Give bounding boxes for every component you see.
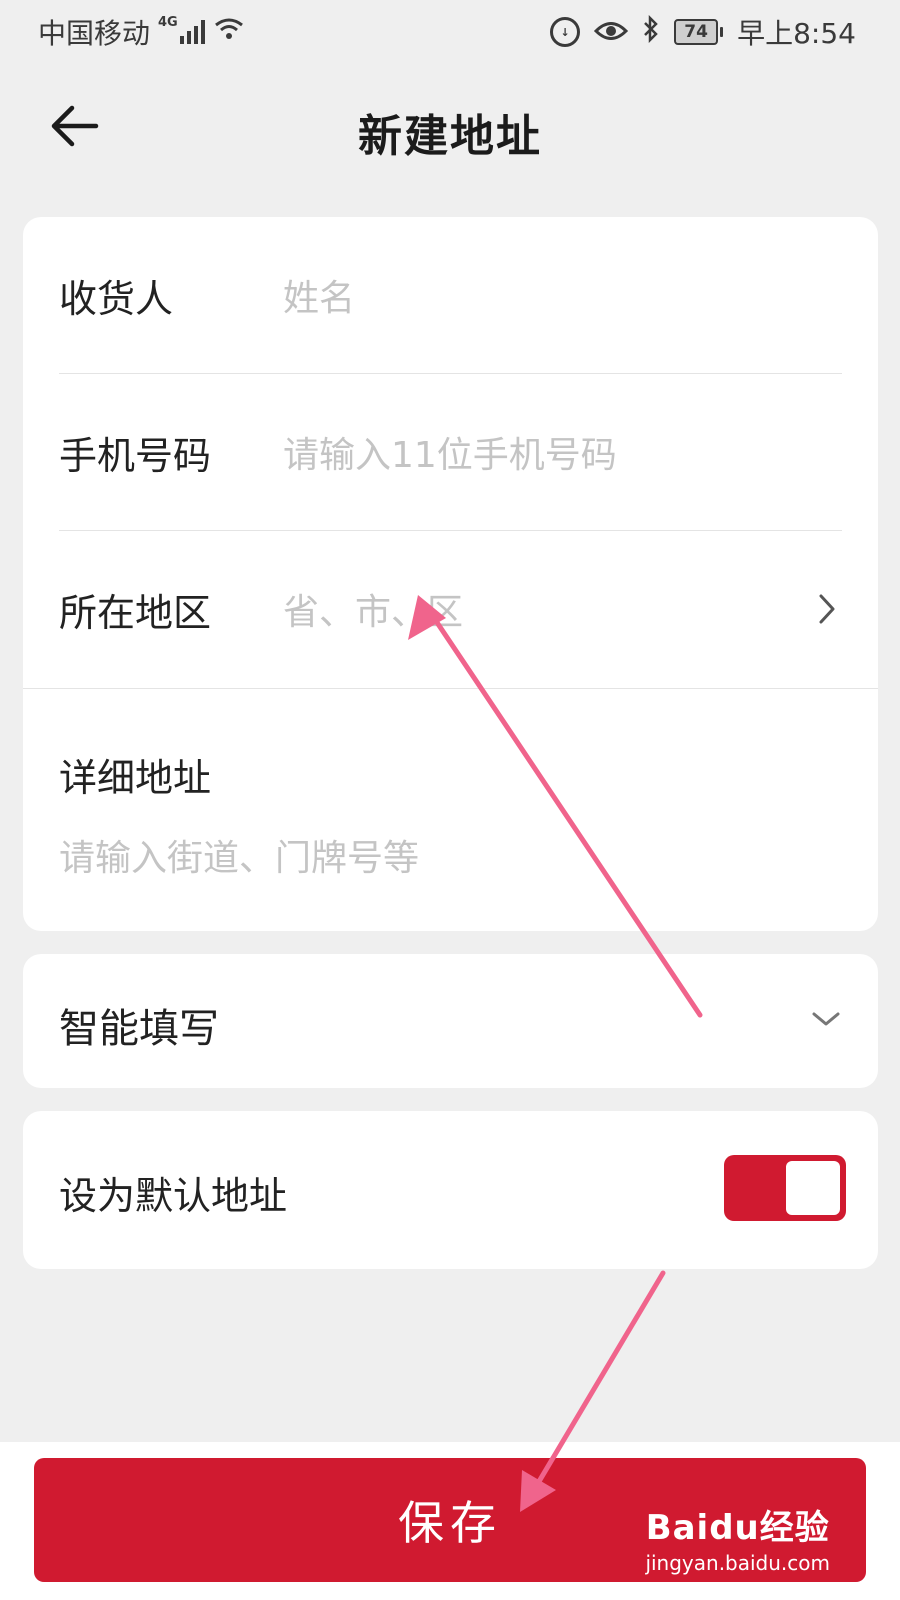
bluetooth-icon	[642, 14, 660, 50]
save-button[interactable]: 保存	[34, 1458, 866, 1582]
network-type: 4G	[158, 14, 178, 30]
recipient-name-input[interactable]: 姓名	[283, 269, 842, 321]
chevron-down-icon	[812, 1012, 840, 1026]
default-address-toggle[interactable]	[724, 1155, 846, 1221]
battery-level: 74	[674, 19, 719, 45]
default-address-card: 设为默认地址	[23, 1111, 878, 1269]
signal-icon	[179, 20, 205, 44]
phone-input[interactable]: 请输入11位手机号码	[283, 426, 842, 478]
recipient-row: 收货人 姓名	[59, 217, 842, 373]
recipient-label: 收货人	[59, 276, 174, 321]
status-bar: 中国移动 4G ↓ 74 早上8:54	[0, 0, 900, 62]
region-selector[interactable]: 所在地区 省、市、区	[59, 531, 842, 687]
region-label: 所在地区	[59, 590, 212, 635]
detail-address-input[interactable]: 请输入街道、门牌号等	[59, 829, 819, 881]
toggle-knob	[786, 1161, 840, 1215]
chevron-right-icon	[812, 589, 842, 629]
page-title: 新建地址	[358, 111, 542, 162]
data-saver-icon: ↓	[550, 17, 581, 47]
default-address-label: 设为默认地址	[59, 1174, 288, 1218]
wifi-icon	[213, 16, 245, 49]
divider	[23, 688, 878, 689]
detail-address-label: 详细地址	[59, 756, 212, 800]
region-placeholder: 省、市、区	[283, 592, 464, 633]
smart-fill-label: 智能填写	[59, 1006, 219, 1052]
eye-icon	[593, 16, 629, 49]
smart-fill-card[interactable]: 智能填写	[23, 954, 878, 1088]
phone-label: 手机号码	[59, 433, 212, 478]
battery-icon: 74	[674, 19, 724, 45]
app-header: 新建地址	[0, 62, 900, 192]
phone-row: 手机号码 请输入11位手机号码	[59, 374, 842, 530]
clock: 早上8:54	[737, 17, 856, 50]
address-form-card: 收货人 姓名 手机号码 请输入11位手机号码 所在地区 省、市、区 详细地址 请…	[23, 217, 878, 931]
carrier-name: 中国移动	[38, 17, 151, 50]
